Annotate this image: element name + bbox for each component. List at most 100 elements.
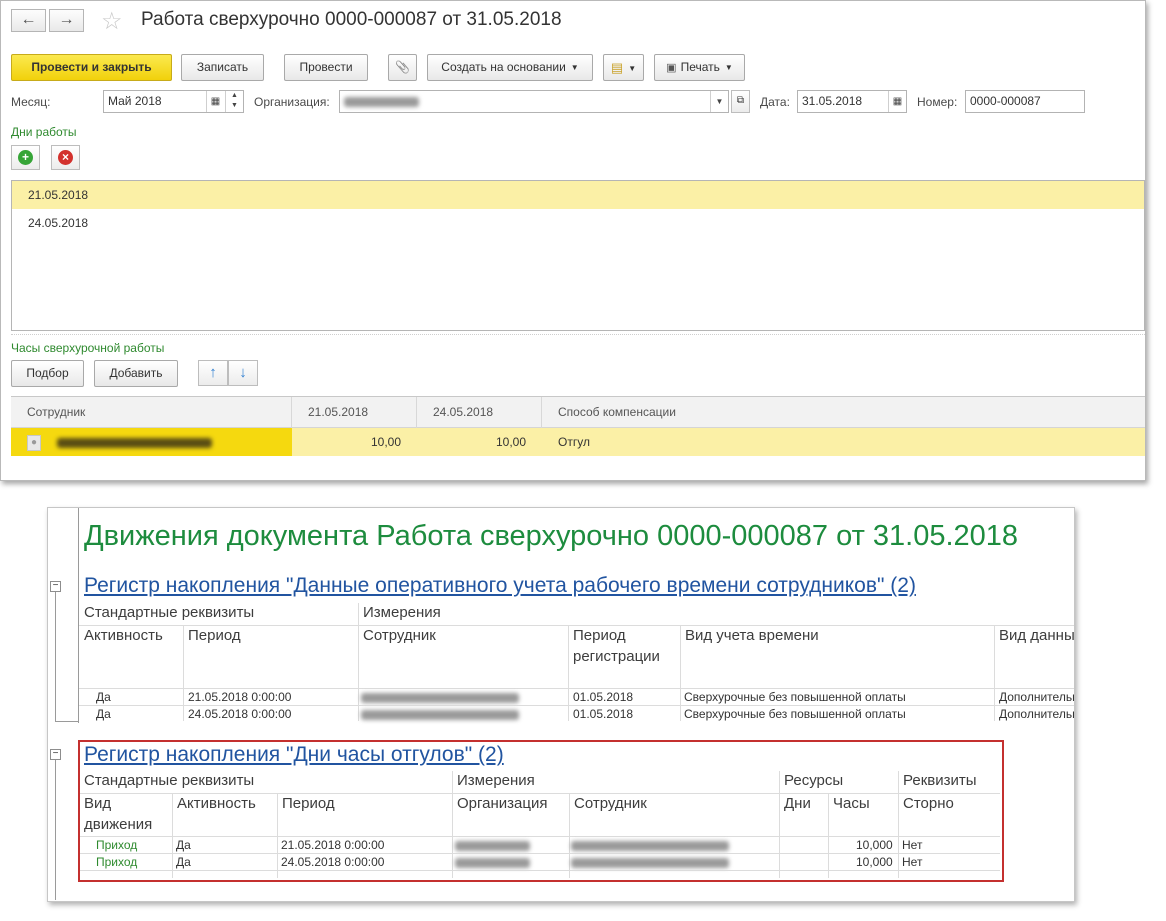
redacted-employee [361,709,519,720]
create-based-on-label: Создать на основании [441,60,566,74]
column-header-period: Период [188,627,241,644]
column-header-active: Активность [177,795,256,812]
column-header-employee[interactable]: Сотрудник [11,397,292,428]
employee-cell [571,838,729,852]
print-label: Печать [680,60,720,74]
divider [79,705,1074,706]
column-header-compensation[interactable]: Способ компенсации [542,397,1145,428]
hours-cell-2[interactable]: 10,00 [417,428,542,456]
calendar-icon[interactable]: ▦ [206,91,224,112]
attach-button[interactable]: 📎 [388,54,417,81]
divider [80,793,1000,794]
collapse-icon[interactable]: − [50,581,61,592]
overtime-table: Сотрудник 21.05.2018 24.05.2018 Способ к… [11,396,1145,458]
delete-day-button[interactable]: × [51,145,80,170]
divider [779,771,780,878]
employee-cell [361,690,519,704]
active-cell: Да [96,707,111,721]
register-1-title[interactable]: Регистр накопления "Данные оперативного … [84,574,916,598]
hours-cell: 10,000 [856,855,893,869]
move-up-button[interactable]: ↑ [198,360,228,386]
movement-cell: Приход [96,838,138,852]
group-header-standard: Стандартные реквизиты [84,772,255,789]
active-cell: Да [176,855,191,869]
reports-button[interactable]: ▤ ▼ [603,54,644,81]
group-header-requisites: Реквизиты [903,772,977,789]
period-cell: 24.05.2018 0:00:00 [281,855,385,869]
column-header-hours: Часы [833,795,870,812]
period-cell: 24.05.2018 0:00:00 [188,707,292,721]
create-based-on-button[interactable]: Создать на основании ▼ [427,54,593,81]
redacted-organization [344,96,419,107]
register-2-title[interactable]: Регистр накопления "Дни часы отгулов" (2… [84,743,504,767]
month-stepper[interactable]: ▲ ▼ [225,91,243,112]
column-header-date-1[interactable]: 21.05.2018 [292,397,417,428]
dropdown-caret-icon: ▼ [628,64,637,74]
organization-cell [455,838,530,852]
post-and-close-button[interactable]: Провести и закрыть [11,54,172,81]
forward-button[interactable]: → [49,9,84,32]
arrow-right-icon: → [58,11,75,28]
open-organization-button[interactable]: ⧉ [731,90,750,113]
group-header-standard: Стандартные реквизиты [84,604,255,621]
reg-period-cell: 01.05.2018 [573,707,634,721]
form-title: Работа сверхурочно 0000-000087 от 31.05.… [141,9,562,30]
redacted-organization [455,857,530,868]
table-header: Сотрудник 21.05.2018 24.05.2018 Способ к… [11,397,1145,428]
employee-cell [361,707,519,721]
compensation-cell[interactable]: Отгул [542,428,1145,456]
arrow-down-icon: ↓ [239,364,247,381]
divider [680,625,681,721]
move-down-button[interactable]: ↓ [228,360,258,386]
add-day-button[interactable]: + [11,145,40,170]
employee-cell [571,855,729,869]
work-days-list: 21.05.2018 24.05.2018 [11,180,1145,331]
divider [80,836,1000,837]
collapse-icon[interactable]: − [50,749,61,760]
month-field[interactable]: Май 2018 ▦ ▲ ▼ [103,90,244,113]
group-header-dimensions: Измерения [457,772,535,789]
divider [994,625,995,721]
time-kind-cell: Сверхурочные без повышенной оплаты [684,707,906,721]
list-item[interactable]: 21.05.2018 [12,181,1144,209]
period-cell: 21.05.2018 0:00:00 [281,838,385,852]
column-header-employee: Сотрудник [363,627,436,644]
column-header-date-2[interactable]: 24.05.2018 [417,397,542,428]
storno-cell: Нет [902,838,923,852]
pick-button[interactable]: Подбор [11,360,84,387]
active-cell: Да [96,690,111,704]
list-item[interactable]: 24.05.2018 [12,209,1144,237]
arrow-up-icon: ↑ [209,364,217,381]
favorite-star-icon[interactable]: ☆ [101,7,123,36]
employee-cell[interactable]: ● [11,428,292,456]
organization-cell [455,855,530,869]
divider [898,771,899,878]
divider [80,853,1000,854]
time-kind-cell: Сверхурочные без повышенной оплаты [684,690,906,704]
calendar-icon[interactable]: ▦ [888,91,906,112]
divider [358,603,359,721]
back-button[interactable]: ← [11,9,46,32]
organization-field[interactable]: ▼ [339,90,729,113]
organization-label: Организация: [254,95,330,109]
overtime-hours-section-label: Часы сверхурочной работы [11,341,165,355]
tree-line [78,508,79,723]
post-button[interactable]: Провести [284,54,368,81]
print-button[interactable]: ▣ Печать ▼ [654,54,745,81]
save-button[interactable]: Записать [181,54,264,81]
divider [11,334,1145,335]
add-button[interactable]: Добавить [94,360,178,387]
report-icon: ▤ [610,60,624,75]
period-cell: 21.05.2018 0:00:00 [188,690,292,704]
data-kind-cell: Дополнительно [999,707,1074,721]
table-row[interactable]: ● 10,00 10,00 Отгул [11,428,1145,456]
hours-cell-1[interactable]: 10,00 [292,428,417,456]
movement-cell: Приход [96,855,138,869]
divider [183,625,184,721]
divider [79,625,1074,626]
date-field[interactable]: 31.05.2018 ▦ [797,90,907,113]
chevron-down-icon[interactable]: ▼ [710,91,728,112]
document-form-window: ← → ☆ Работа сверхурочно 0000-000087 от … [0,0,1146,481]
month-value: Май 2018 [108,94,162,108]
number-field[interactable]: 0000-000087 [965,90,1085,113]
